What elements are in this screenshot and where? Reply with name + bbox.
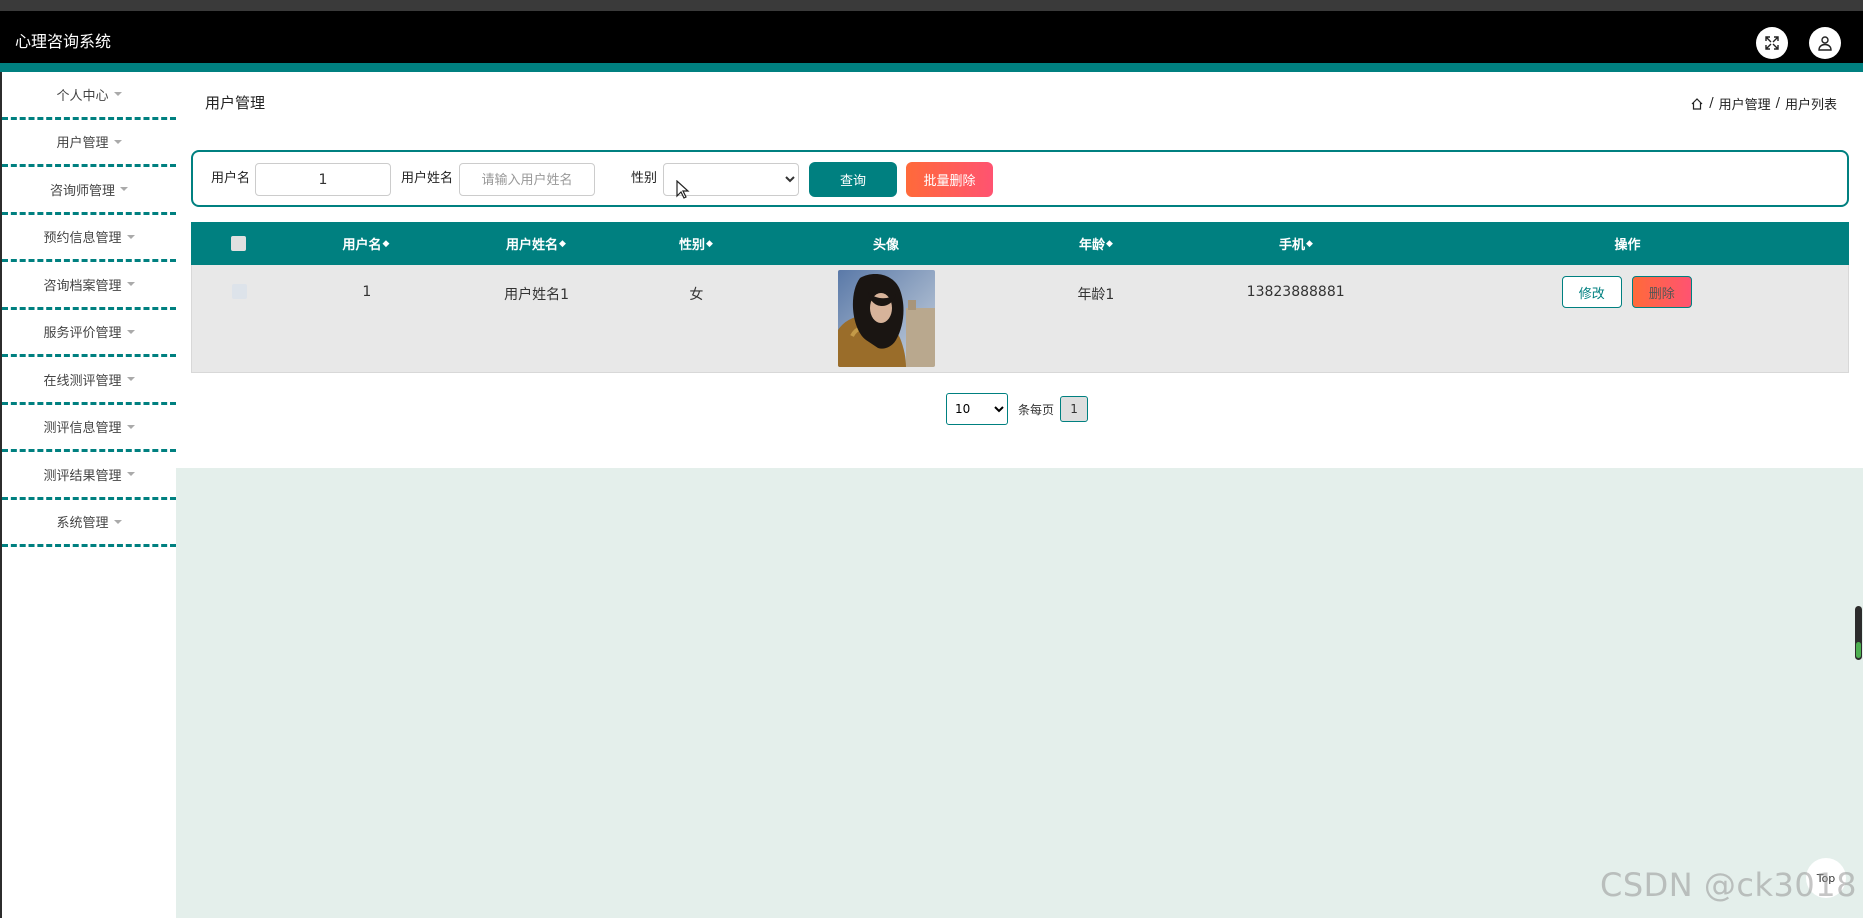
- breadcrumb: / 用户管理 / 用户列表: [1690, 94, 1837, 113]
- sidebar-item-consult-records[interactable]: 咨询档案管理: [2, 262, 176, 310]
- caret-down-icon: [113, 92, 122, 97]
- sidebar-item-label: 测评结果管理: [43, 468, 122, 484]
- user-table: 用户名 ◆ 用户姓名 ◆ 性别 ◆ 头像 年龄 ◆ 手机 ◆ 操作 1 用户姓名1 女: [191, 222, 1849, 373]
- sidebar-item-user-management[interactable]: 用户管理: [2, 120, 176, 167]
- sidebar-item-online-assessment[interactable]: 在线测评管理: [2, 357, 176, 405]
- sidebar-item-system-management[interactable]: 系统管理: [2, 500, 176, 547]
- sidebar-item-assessment-info[interactable]: 测评信息管理: [2, 405, 176, 452]
- query-button[interactable]: 查询: [809, 162, 897, 197]
- content-background: [176, 468, 1863, 918]
- username-input[interactable]: [255, 163, 391, 196]
- scrollbar-thumb[interactable]: [1855, 606, 1862, 660]
- caret-down-icon: [126, 377, 135, 382]
- cell-gender: 女: [689, 287, 704, 303]
- sidebar-item-label: 测评信息管理: [43, 421, 122, 437]
- column-header-label: 年龄: [1079, 238, 1106, 253]
- column-header-age[interactable]: 年龄 ◆: [1006, 234, 1186, 253]
- column-header-gender[interactable]: 性别 ◆: [626, 234, 766, 253]
- column-header-label: 用户姓名: [506, 238, 559, 253]
- row-checkbox[interactable]: [231, 284, 247, 299]
- column-header-actions: 操作: [1406, 234, 1849, 253]
- window-top-strip: [0, 0, 1863, 11]
- caret-down-icon: [126, 282, 135, 287]
- sidebar-item-label: 个人中心: [56, 88, 109, 104]
- name-label: 用户姓名: [401, 171, 454, 186]
- sidebar-item-label: 咨询档案管理: [43, 278, 122, 294]
- sort-icon[interactable]: ◆: [383, 239, 390, 249]
- pagination: 10 条每页 1: [946, 393, 1089, 425]
- cell-username: 1: [362, 284, 372, 300]
- caret-down-icon: [113, 519, 122, 524]
- cell-avatar: [766, 265, 1006, 372]
- user-icon: [1818, 36, 1832, 51]
- sort-icon[interactable]: ◆: [1306, 239, 1313, 249]
- username-label: 用户名: [211, 171, 251, 186]
- user-button[interactable]: [1809, 27, 1841, 59]
- table-row: 1 用户姓名1 女 年龄1 13823888881 修改 删除: [191, 265, 1849, 373]
- sort-icon[interactable]: ◆: [706, 239, 713, 249]
- sidebar-item-label: 在线测评管理: [43, 373, 122, 389]
- name-input[interactable]: [459, 163, 595, 196]
- caret-down-icon: [126, 424, 135, 429]
- sidebar-item-label: 系统管理: [56, 516, 109, 532]
- cell-name: 用户姓名1: [504, 287, 570, 303]
- edit-button[interactable]: 修改: [1561, 276, 1622, 308]
- sidebar-item-label: 用户管理: [56, 136, 109, 152]
- breadcrumb-separator: /: [1775, 96, 1780, 111]
- column-header-avatar: 头像: [766, 234, 1006, 253]
- sidebar-item-label: 咨询师管理: [49, 183, 115, 199]
- column-header-label: 性别: [679, 238, 706, 253]
- sidebar-item-label: 服务评价管理: [43, 326, 122, 342]
- sidebar-item-counselor-management[interactable]: 咨询师管理: [2, 167, 176, 215]
- avatar-photo[interactable]: [837, 270, 935, 367]
- header-accent-bar: [0, 63, 1863, 72]
- page-title: 用户管理: [205, 94, 266, 112]
- column-header-username[interactable]: 用户名 ◆: [286, 234, 446, 253]
- gender-label: 性别: [631, 171, 658, 186]
- column-header-label: 手机: [1279, 238, 1306, 253]
- batch-delete-button[interactable]: 批量删除: [906, 162, 993, 197]
- page-number-button[interactable]: 1: [1060, 396, 1089, 422]
- sidebar-item-appointment-management[interactable]: 预约信息管理: [2, 215, 176, 262]
- column-header-name[interactable]: 用户姓名 ◆: [446, 234, 626, 253]
- sidebar-item-personal-center[interactable]: 个人中心: [2, 72, 176, 120]
- search-panel: 用户名 用户姓名 性别 查询 批量删除: [191, 150, 1849, 207]
- row-select-cell: [192, 265, 287, 372]
- sidebar: 个人中心 用户管理 咨询师管理 预约信息管理 咨询档案管理 服务评价管理 在线测…: [0, 72, 176, 918]
- cell-actions: 修改 删除: [1406, 265, 1848, 372]
- sidebar-item-service-review[interactable]: 服务评价管理: [2, 310, 176, 357]
- mouse-cursor-icon: [676, 180, 690, 199]
- sidebar-item-assessment-results[interactable]: 测评结果管理: [2, 452, 176, 500]
- per-page-label: 条每页: [1018, 402, 1055, 417]
- caret-down-icon: [126, 234, 135, 239]
- watermark: CSDN @ck3018: [1600, 866, 1857, 904]
- select-all-cell: [191, 236, 286, 251]
- sort-icon[interactable]: ◆: [1106, 239, 1113, 249]
- sidebar-item-label: 预约信息管理: [43, 231, 122, 247]
- breadcrumb-separator: /: [1709, 96, 1714, 111]
- sort-icon[interactable]: ◆: [559, 239, 566, 249]
- column-header-label: 操作: [1614, 238, 1641, 253]
- breadcrumb-item-user-management[interactable]: 用户管理: [1719, 94, 1771, 113]
- top-header: 心理咨询系统: [0, 11, 1863, 63]
- column-header-label: 头像: [872, 238, 899, 253]
- column-header-label: 用户名: [342, 238, 382, 253]
- expand-icon: [1765, 36, 1779, 50]
- caret-down-icon: [113, 139, 122, 144]
- select-all-checkbox[interactable]: [231, 236, 246, 251]
- cell-age: 年龄1: [1077, 287, 1115, 303]
- fullscreen-button[interactable]: [1756, 27, 1788, 59]
- table-header: 用户名 ◆ 用户姓名 ◆ 性别 ◆ 头像 年龄 ◆ 手机 ◆ 操作: [191, 222, 1849, 265]
- home-icon[interactable]: [1690, 97, 1704, 111]
- cell-phone: 13823888881: [1246, 284, 1345, 300]
- delete-button[interactable]: 删除: [1631, 276, 1692, 308]
- page-size-select[interactable]: 10: [946, 393, 1008, 425]
- breadcrumb-item-user-list: 用户列表: [1784, 98, 1837, 113]
- caret-down-icon: [120, 187, 128, 192]
- caret-down-icon: [126, 472, 135, 477]
- caret-down-icon: [126, 329, 135, 334]
- column-header-phone[interactable]: 手机 ◆: [1186, 234, 1406, 253]
